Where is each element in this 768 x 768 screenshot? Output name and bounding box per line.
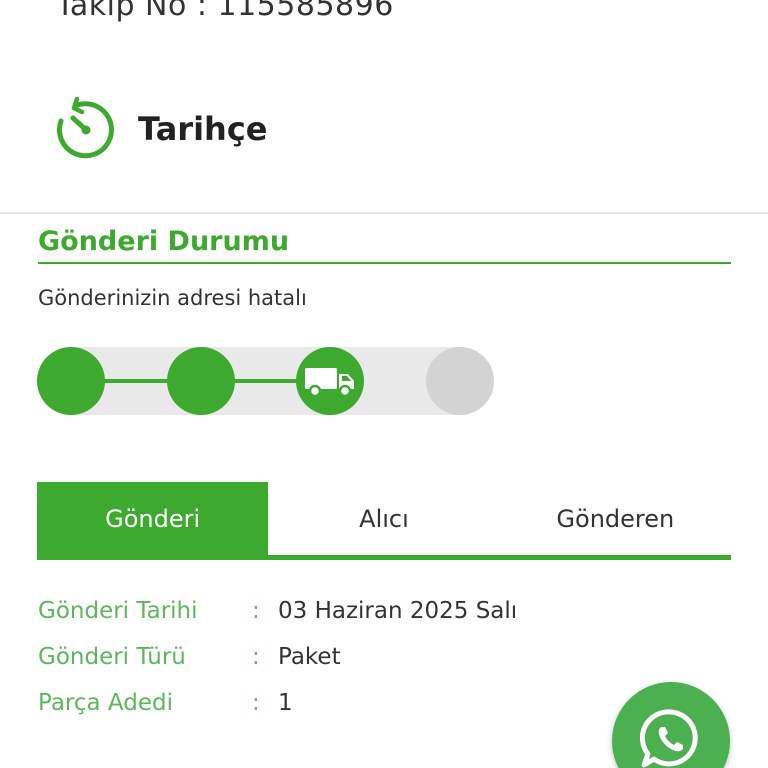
section-title: Gönderi Durumu [38, 226, 290, 257]
detail-separator: : [252, 598, 260, 624]
detail-row: Parça Adedi : 1 [38, 680, 517, 726]
truck-icon [305, 368, 354, 397]
detail-separator: : [252, 690, 260, 716]
detail-row: Gönderi Tarihi : 03 Haziran 2025 Salı [38, 588, 517, 634]
detail-label: Gönderi Tarihi [38, 598, 198, 624]
detail-label: Parça Adedi [38, 690, 174, 716]
status-message: Gönderinizin adresi hatalı [38, 286, 307, 310]
tab-gonderi[interactable]: Gönderi [37, 482, 269, 556]
detail-row: Gönderi Türü : Paket [38, 634, 517, 680]
history-clock-icon [56, 96, 114, 159]
divider [0, 212, 768, 214]
progress-step-done [167, 347, 235, 415]
detail-tabs: Gönderi Alıcı Gönderen [37, 482, 731, 558]
whatsapp-button[interactable] [612, 682, 730, 768]
detail-value: 03 Haziran 2025 Salı [278, 598, 518, 624]
tab-gonderen[interactable]: Gönderen [500, 482, 731, 556]
tracking-number: Takip No : 115585896 [56, 0, 394, 23]
detail-value: Paket [278, 644, 341, 670]
shipment-progress [37, 347, 494, 415]
progress-step-current [296, 347, 364, 415]
tabs-underline [37, 555, 731, 560]
detail-value: 1 [278, 690, 293, 716]
section-underline [38, 262, 731, 264]
detail-label: Gönderi Türü [38, 644, 186, 670]
progress-step-done [37, 347, 105, 415]
history-link[interactable]: Tarihçe [52, 96, 268, 162]
tab-alici[interactable]: Alıcı [268, 482, 499, 556]
history-label: Tarihçe [138, 110, 268, 148]
detail-separator: : [252, 644, 260, 670]
shipment-details: Gönderi Tarihi : 03 Haziran 2025 Salı Gö… [38, 588, 517, 726]
progress-step-pending [426, 347, 494, 415]
whatsapp-icon [640, 709, 698, 768]
